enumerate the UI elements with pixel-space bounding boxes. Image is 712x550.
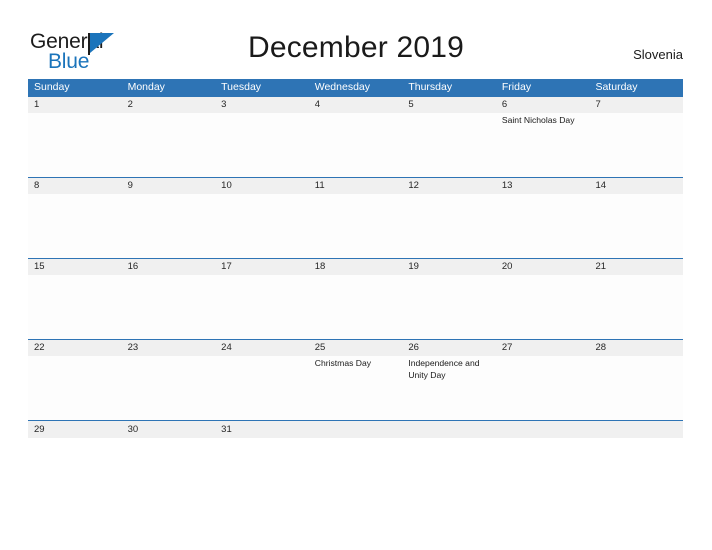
week-row: 15 16 17 18 19 20 21 xyxy=(28,258,684,339)
day-number: 16 xyxy=(121,259,216,275)
day-number xyxy=(495,421,590,438)
day-number: 5 xyxy=(402,97,496,113)
weekday-header-saturday: Saturday xyxy=(595,81,638,93)
week-row: 8 9 10 11 12 13 14 xyxy=(28,177,684,258)
day-cell[interactable]: 31 xyxy=(215,421,309,438)
day-cell[interactable]: 1 xyxy=(28,97,122,177)
day-number: 27 xyxy=(495,340,590,356)
page-title: December 2019 xyxy=(247,31,465,64)
day-number: 11 xyxy=(308,178,403,194)
day-cell[interactable]: 25 Christmas Day xyxy=(308,340,403,420)
day-cell-empty xyxy=(308,421,403,438)
day-cell-empty xyxy=(495,421,590,438)
day-cell[interactable]: 13 xyxy=(495,178,590,258)
week-row: 29 30 31 xyxy=(28,420,684,438)
day-cell-empty xyxy=(589,421,684,438)
day-cell[interactable]: 28 xyxy=(589,340,684,420)
day-cell-empty xyxy=(402,421,496,438)
day-cell[interactable]: 22 xyxy=(28,340,122,420)
day-number: 26 xyxy=(402,340,496,356)
day-number: 3 xyxy=(215,97,309,113)
week-row: 1 2 3 4 5 6 Saint Nicholas Day 7 xyxy=(28,96,684,177)
day-cell[interactable]: 23 xyxy=(121,340,216,420)
day-cell[interactable]: 2 xyxy=(121,97,216,177)
day-number: 4 xyxy=(308,97,403,113)
day-cell[interactable]: 21 xyxy=(589,259,684,339)
day-number: 28 xyxy=(589,340,684,356)
day-cell[interactable]: 12 xyxy=(402,178,496,258)
day-number: 24 xyxy=(215,340,309,356)
day-number: 19 xyxy=(402,259,496,275)
day-cell[interactable]: 29 xyxy=(28,421,122,438)
day-cell[interactable]: 17 xyxy=(215,259,309,339)
day-cell[interactable]: 15 xyxy=(28,259,122,339)
day-number xyxy=(308,421,403,438)
day-cell[interactable]: 27 xyxy=(495,340,590,420)
day-cell[interactable]: 5 xyxy=(402,97,496,177)
day-number: 6 xyxy=(495,97,590,113)
day-number: 12 xyxy=(402,178,496,194)
day-number: 22 xyxy=(28,340,122,356)
day-number: 14 xyxy=(589,178,684,194)
day-cell[interactable]: 7 xyxy=(589,97,684,177)
day-cell[interactable]: 9 xyxy=(121,178,216,258)
day-number: 9 xyxy=(121,178,216,194)
weekday-header-monday: Monday xyxy=(127,81,165,93)
day-number: 17 xyxy=(215,259,309,275)
day-number: 18 xyxy=(308,259,403,275)
day-cell[interactable]: 8 xyxy=(28,178,122,258)
calendar-page: General Blue December 2019 Slovenia Sund… xyxy=(0,0,712,550)
day-number: 25 xyxy=(308,340,403,356)
day-cell[interactable]: 20 xyxy=(495,259,590,339)
weekday-header-tuesday: Tuesday xyxy=(221,81,262,93)
day-number: 15 xyxy=(28,259,122,275)
week-row: 22 23 24 25 Christmas Day 26 Independenc… xyxy=(28,339,684,420)
day-number: 2 xyxy=(121,97,216,113)
day-cell[interactable]: 24 xyxy=(215,340,309,420)
day-number: 29 xyxy=(28,421,122,438)
weekday-header-friday: Friday xyxy=(501,81,532,93)
day-number: 7 xyxy=(589,97,684,113)
day-event: Independence and Unity Day xyxy=(408,358,480,380)
weekday-header-wednesday: Wednesday xyxy=(314,81,370,93)
day-cell[interactable]: 4 xyxy=(308,97,403,177)
day-cell[interactable]: 3 xyxy=(215,97,309,177)
calendar-grid: Sunday Monday Tuesday Wednesday Thursday… xyxy=(28,79,684,438)
day-cell[interactable]: 11 xyxy=(308,178,403,258)
weekday-header-row: Sunday Monday Tuesday Wednesday Thursday… xyxy=(28,79,683,96)
day-cell[interactable]: 16 xyxy=(121,259,216,339)
weekday-header-thursday: Thursday xyxy=(408,81,453,93)
day-number: 31 xyxy=(215,421,309,438)
day-cell[interactable]: 26 Independence and Unity Day xyxy=(402,340,496,420)
day-number xyxy=(402,421,496,438)
day-cell[interactable]: 14 xyxy=(589,178,684,258)
day-cell[interactable]: 6 Saint Nicholas Day xyxy=(495,97,590,177)
day-cell[interactable]: 30 xyxy=(121,421,216,438)
day-cell[interactable]: 10 xyxy=(215,178,309,258)
day-event: Christmas Day xyxy=(314,358,372,368)
day-event: Saint Nicholas Day xyxy=(501,115,575,125)
day-number: 10 xyxy=(215,178,309,194)
country-label: Slovenia xyxy=(633,47,683,62)
day-number: 8 xyxy=(28,178,122,194)
day-cell[interactable]: 18 xyxy=(308,259,403,339)
weekday-header-sunday: Sunday xyxy=(34,81,70,93)
page-header: General Blue December 2019 Slovenia xyxy=(0,0,712,78)
day-number xyxy=(589,421,684,438)
day-number: 30 xyxy=(121,421,216,438)
day-number: 13 xyxy=(495,178,590,194)
day-number: 23 xyxy=(121,340,216,356)
day-cell[interactable]: 19 xyxy=(402,259,496,339)
day-number: 21 xyxy=(589,259,684,275)
day-number: 1 xyxy=(28,97,122,113)
day-number: 20 xyxy=(495,259,590,275)
